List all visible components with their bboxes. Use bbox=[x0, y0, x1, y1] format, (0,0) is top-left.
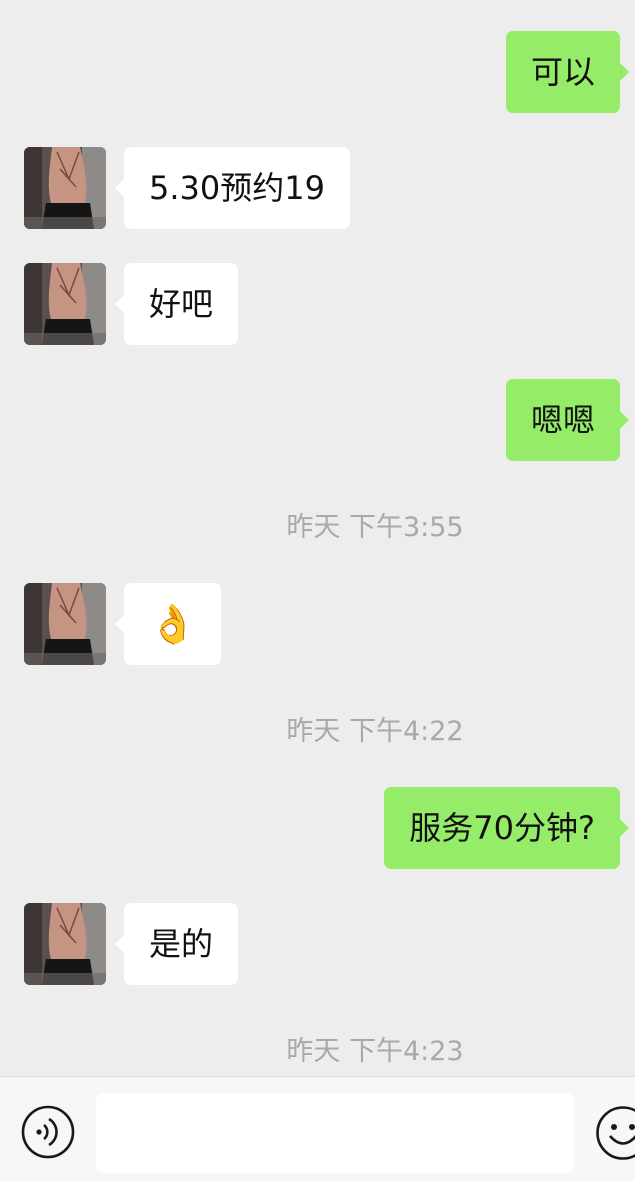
voice-input-button[interactable] bbox=[21, 1105, 75, 1159]
ok-hand-emoji: 👌 bbox=[149, 602, 197, 646]
incoming-message-bubble[interactable]: 是的 bbox=[114, 903, 239, 985]
outgoing-message-bubble[interactable]: 可以 bbox=[505, 31, 630, 113]
voice-icon bbox=[21, 1105, 75, 1159]
chat-message-list[interactable]: 可以 5.30预约19 好吧 嗯嗯 昨天 下午3:55 👌 昨天 下午4:22 … bbox=[0, 0, 635, 1076]
message-timestamp: 昨天 下午3:55 bbox=[286, 512, 464, 543]
outgoing-message-bubble[interactable]: 服务70分钟? bbox=[384, 787, 629, 869]
contact-avatar[interactable] bbox=[24, 903, 106, 985]
incoming-message-bubble[interactable]: 👌 bbox=[114, 583, 222, 665]
smiley-face-icon bbox=[596, 1106, 635, 1160]
chat-input-bar bbox=[0, 1076, 635, 1181]
message-text-input[interactable] bbox=[96, 1093, 574, 1173]
contact-avatar[interactable] bbox=[24, 583, 106, 665]
message-timestamp: 昨天 下午4:22 bbox=[286, 716, 464, 747]
message-timestamp: 昨天 下午4:23 bbox=[286, 1036, 464, 1067]
emoji-picker-button[interactable] bbox=[595, 1105, 635, 1161]
incoming-message-bubble[interactable]: 5.30预约19 bbox=[115, 147, 350, 229]
contact-avatar[interactable] bbox=[24, 147, 106, 229]
incoming-message-bubble[interactable]: 好吧 bbox=[114, 263, 239, 345]
outgoing-message-bubble[interactable]: 嗯嗯 bbox=[505, 379, 630, 461]
contact-avatar[interactable] bbox=[24, 263, 106, 345]
